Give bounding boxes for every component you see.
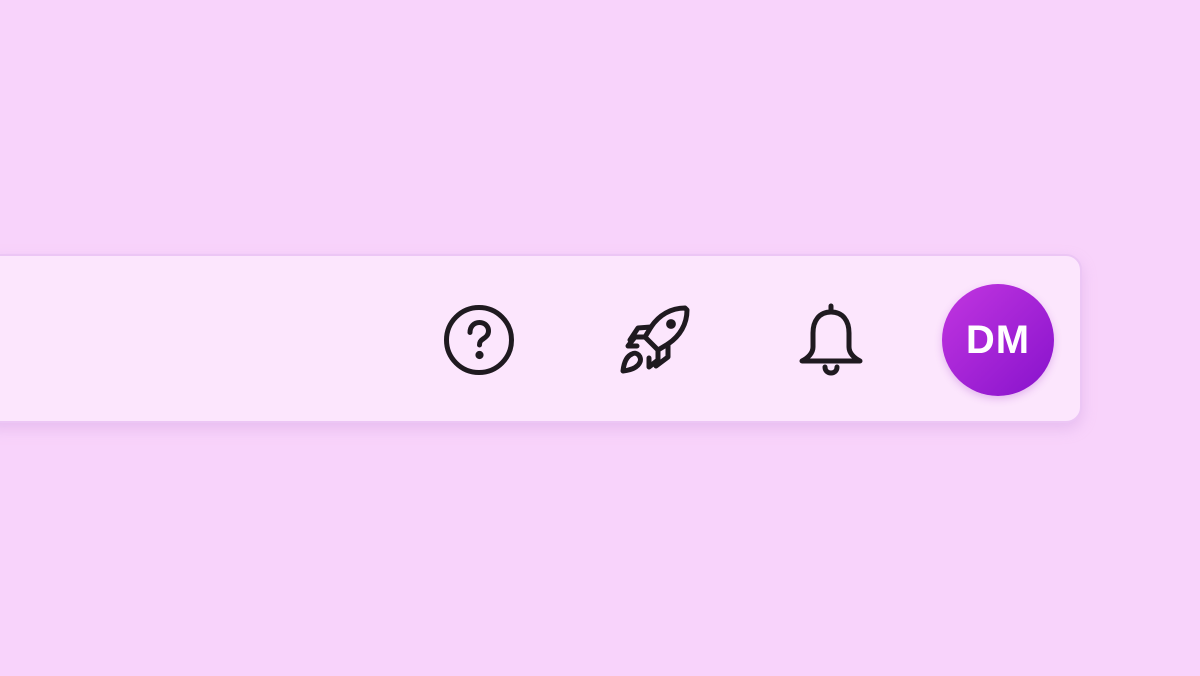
page-background: DM (0, 0, 1200, 676)
notifications-button[interactable] (791, 300, 871, 380)
avatar-initials: DM (965, 317, 1031, 362)
whats-new-button[interactable] (615, 300, 695, 380)
top-toolbar (0, 254, 1082, 423)
user-avatar[interactable]: DM (942, 284, 1054, 396)
rocket-icon (615, 300, 695, 380)
help-button[interactable] (439, 300, 519, 380)
bell-icon (791, 300, 871, 380)
help-icon (439, 300, 519, 380)
